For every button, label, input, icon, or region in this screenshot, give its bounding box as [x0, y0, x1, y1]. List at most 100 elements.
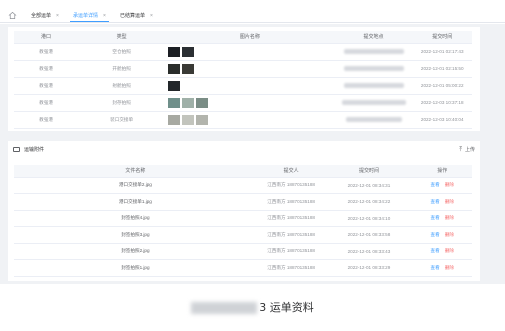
location-cell [334, 94, 413, 112]
table-row: 封签拍照2.jpg 江西南方 18870135188 2022-12-01 08… [14, 243, 472, 260]
column-header: 提交人 [256, 165, 326, 178]
close-icon[interactable]: × [150, 13, 153, 19]
submitter-cell: 江西南方 18870135188 [256, 210, 326, 227]
image-cell [165, 43, 335, 61]
upload-button[interactable]: ⤒ 上传 [459, 145, 475, 155]
time-cell: 2022-12-03 10:37:18 [412, 94, 472, 112]
photo-thumbnail[interactable] [196, 114, 209, 125]
view-link[interactable]: 查看 [431, 199, 440, 204]
column-header: 类型 [78, 31, 166, 44]
table-row: 教强港 射舱拍照 2022-12-01 05:00:22 [14, 77, 472, 95]
photo-thumbnail[interactable] [182, 63, 195, 74]
photo-thumbnail[interactable] [168, 63, 181, 74]
photo-records-panel: 港口 类型 图片名称 提交地点 提交时间 教强港 空仓拍照 2022-12-01… [8, 27, 480, 131]
table-row: 封签拍照1.jpg 江西南方 18870135188 2022-12-01 08… [14, 259, 472, 277]
redacted-location [343, 49, 404, 55]
view-link[interactable]: 查看 [431, 232, 440, 237]
type-cell: 开舱拍照 [78, 60, 166, 78]
submitter-cell: 江西南方 18870135188 [256, 226, 326, 244]
delete-link[interactable]: 删除 [445, 199, 454, 204]
tab-waybill-detail[interactable]: 承运单详情 × [70, 11, 109, 22]
upload-icon: ⤒ [459, 147, 462, 153]
redacted-caption-prefix [191, 302, 258, 314]
file-name-cell: 港口交接单1.jpg [14, 193, 257, 211]
actions-cell: 查看 删除 [412, 193, 472, 211]
time-cell: 2022-12-01 08:34:22 [325, 193, 413, 211]
attachments-panel: 运输附件 ⤒ 上传 文件名称 提交人 提交时间 操作 港口交接单2.jpg 江西南… [8, 141, 480, 281]
attachments-header: 运输附件 ⤒ 上传 [13, 145, 475, 155]
table-row: 教强港 装口交接单 2022-12-03 10:40:04 [14, 111, 472, 129]
column-header: 提交时间 [325, 165, 413, 178]
photo-thumbnail[interactable] [196, 97, 209, 108]
close-icon[interactable]: × [103, 13, 106, 19]
tab-all-waybills[interactable]: 全部运单 × [28, 11, 62, 22]
location-cell [334, 77, 413, 95]
tab-settled-waybills[interactable]: 已结算运单 × [117, 11, 156, 22]
time-cell: 2022-12-01 05:00:22 [412, 77, 472, 95]
photo-thumbnail[interactable] [182, 114, 195, 125]
home-icon[interactable] [8, 11, 17, 20]
port-cell: 教强港 [14, 43, 79, 61]
table-row: 教强港 开舱拍照 2022-12-01 02:15:50 [14, 60, 472, 78]
file-name-cell: 港口交接单2.jpg [14, 177, 257, 194]
photo-thumbnail[interactable] [168, 114, 181, 125]
attachments-table: 文件名称 提交人 提交时间 操作 港口交接单2.jpg 江西南方 1887013… [14, 165, 472, 277]
photo-thumbnail[interactable] [182, 97, 195, 108]
delete-link[interactable]: 删除 [445, 182, 454, 187]
location-cell [334, 111, 413, 129]
submitter-cell: 江西南方 18870135188 [256, 259, 326, 277]
image-cell [165, 60, 335, 78]
redacted-location [345, 117, 402, 123]
actions-cell: 查看 删除 [412, 177, 472, 194]
table-row: 港口交接单1.jpg 江西南方 18870135188 2022-12-01 0… [14, 193, 472, 211]
delete-link[interactable]: 删除 [445, 248, 454, 253]
submitter-cell: 江西南方 18870135188 [256, 193, 326, 211]
delete-link[interactable]: 删除 [445, 215, 454, 220]
redacted-location [343, 66, 404, 72]
submitter-cell: 江西南方 18870135188 [256, 177, 326, 194]
actions-cell: 查看 删除 [412, 243, 472, 260]
column-header: 图片名称 [165, 31, 335, 44]
table-row: 教强港 封存拍照 2022-12-03 10:37:18 [14, 94, 472, 112]
time-cell: 2022-12-01 08:33:29 [325, 259, 413, 277]
photo-thumbnail[interactable] [182, 46, 195, 57]
image-cell [165, 94, 335, 112]
section-title: 运输附件 [24, 147, 45, 153]
location-cell [334, 60, 413, 78]
actions-cell: 查看 删除 [412, 210, 472, 227]
photo-thumbnail[interactable] [168, 97, 181, 108]
time-cell: 2022-12-01 02:17:43 [412, 43, 472, 61]
table-row: 封签拍照3.jpg 江西南方 18870135188 2022-12-01 08… [14, 226, 472, 244]
tab-label: 已结算运单 [120, 13, 146, 19]
upload-label: 上传 [464, 147, 475, 153]
photo-records-table: 港口 类型 图片名称 提交地点 提交时间 教强港 空仓拍照 2022-12-01… [14, 31, 472, 129]
tab-bar: 全部运单 × 承运单详情 × 已结算运单 × [0, 8, 505, 23]
table-row: 港口交接单2.jpg 江西南方 18870135188 2022-12-01 0… [14, 177, 472, 194]
delete-link[interactable]: 删除 [445, 232, 454, 237]
close-icon[interactable]: × [56, 13, 59, 19]
submitter-cell: 江西南方 18870135188 [256, 243, 326, 260]
file-name-cell: 封签拍照1.jpg [14, 259, 257, 277]
table-header-row: 文件名称 提交人 提交时间 操作 [14, 165, 472, 178]
photo-thumbnail[interactable] [168, 80, 181, 91]
image-cell [165, 77, 335, 95]
actions-cell: 查看 删除 [412, 259, 472, 277]
redacted-location [341, 100, 406, 106]
column-header: 操作 [412, 165, 472, 178]
photo-thumbnail[interactable] [168, 46, 181, 57]
view-link[interactable]: 查看 [431, 182, 440, 187]
type-cell: 空仓拍照 [78, 43, 166, 61]
port-cell: 教强港 [14, 60, 79, 78]
view-link[interactable]: 查看 [431, 265, 440, 270]
table-header-row: 港口 类型 图片名称 提交地点 提交时间 [14, 31, 472, 44]
type-cell: 射舱拍照 [78, 77, 166, 95]
view-link[interactable]: 查看 [431, 248, 440, 253]
column-header: 提交时间 [412, 31, 472, 44]
delete-link[interactable]: 删除 [445, 265, 454, 270]
type-cell: 封存拍照 [78, 94, 166, 112]
file-name-cell: 封签拍照4.jpg [14, 210, 257, 227]
table-row: 封签拍照4.jpg 江西南方 18870135188 2022-12-01 08… [14, 210, 472, 227]
figure-caption: 3 运单资料 [0, 299, 505, 315]
type-cell: 装口交接单 [78, 111, 166, 129]
view-link[interactable]: 查看 [431, 215, 440, 220]
